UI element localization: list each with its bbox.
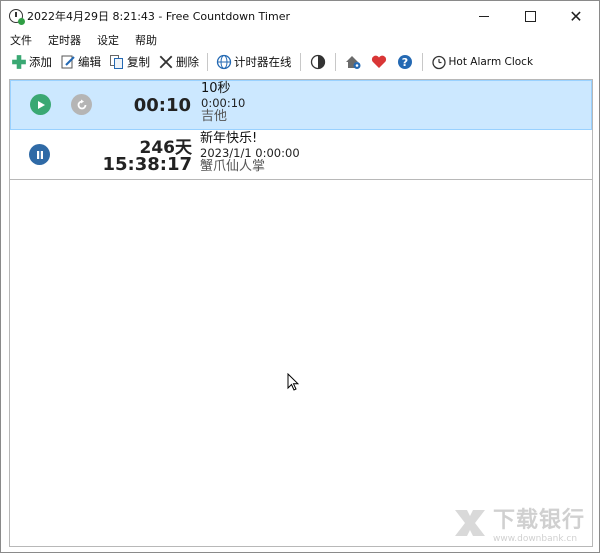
- globe-icon: [216, 54, 232, 70]
- timer-info: 10秒 0:00:10 吉他: [201, 82, 245, 124]
- timer-target: 0:00:10: [201, 96, 246, 110]
- timer-name: 10秒: [201, 81, 231, 96]
- toolbar-separator: [421, 53, 423, 71]
- window-title: 2022年4月29日 8:21:43 - Free Countdown Time…: [27, 10, 290, 23]
- menu-help[interactable]: 帮助: [126, 32, 164, 48]
- hot-alarm-clock-button[interactable]: Hot Alarm Clock: [431, 54, 534, 70]
- edit-icon: [61, 55, 75, 69]
- copy-icon: [110, 55, 123, 69]
- timer-row[interactable]: 246天 15:38:17 新年快乐! 2023/1/1 0:00:00 蟹爪仙…: [10, 130, 592, 180]
- toolbar-separator: [299, 53, 301, 71]
- help-question-icon: ?: [397, 55, 412, 69]
- copy-button[interactable]: 复制: [109, 54, 150, 70]
- toolbar: 添加 编辑 复制 删除 计时器在线 ? Hot Alarm Clock: [1, 50, 599, 74]
- play-icon: [37, 100, 45, 109]
- minimize-button[interactable]: [461, 1, 507, 31]
- remaining-time: 15:38:17: [102, 154, 192, 175]
- menu-settings[interactable]: 设定: [88, 32, 126, 48]
- timer-target: 2023/1/1 0:00:00: [200, 146, 300, 160]
- window-controls: ✕: [461, 1, 599, 31]
- home-page-button[interactable]: [344, 53, 362, 71]
- close-button[interactable]: ✕: [553, 1, 599, 31]
- watermark-title: 下载银行: [492, 508, 585, 533]
- remaining-time: 00:10: [133, 95, 191, 116]
- alarm-clock-icon: [431, 55, 446, 70]
- timer-row[interactable]: 00:10 10秒 0:00:10 吉他: [10, 80, 592, 130]
- app-clock-icon: [9, 9, 25, 25]
- reset-button[interactable]: [71, 94, 92, 115]
- maximize-button[interactable]: [507, 1, 553, 31]
- toolbar-separator: [334, 53, 336, 71]
- delete-label: 删除: [176, 55, 199, 69]
- title-bar: 2022年4月29日 8:21:43 - Free Countdown Time…: [1, 1, 599, 31]
- menu-file[interactable]: 文件: [1, 32, 39, 48]
- help-button[interactable]: ?: [396, 53, 414, 71]
- contrast-icon: [310, 54, 325, 70]
- watermark-logo-icon: [454, 510, 485, 536]
- timer-sound: 吉他: [201, 109, 228, 124]
- timer-list[interactable]: 00:10 10秒 0:00:10 吉他 246天 15:38:17 新年快乐!…: [9, 79, 593, 547]
- plus-icon: [12, 55, 26, 69]
- menu-bar: 文件 定时器 设定 帮助: [1, 31, 599, 49]
- heart-icon: [371, 55, 386, 68]
- svg-text:?: ?: [401, 56, 407, 69]
- pause-button[interactable]: [29, 144, 50, 165]
- add-button[interactable]: 添加: [11, 54, 52, 70]
- watermark-url: www.downbank.cn: [492, 534, 578, 544]
- timer-sound: 蟹爪仙人掌: [200, 159, 266, 174]
- edit-button[interactable]: 编辑: [60, 54, 101, 70]
- menu-timer[interactable]: 定时器: [39, 32, 88, 48]
- watermark: 下载银行 www.downbank.cn: [453, 502, 585, 544]
- copy-label: 复制: [127, 55, 150, 69]
- online-timer-button[interactable]: 计时器在线: [216, 54, 292, 70]
- donate-button[interactable]: [370, 53, 388, 71]
- home-gear-icon: [345, 56, 360, 69]
- hot-alarm-clock-label: Hot Alarm Clock: [448, 56, 534, 68]
- online-timer-label: 计时器在线: [234, 55, 292, 69]
- pause-icon: [36, 150, 43, 159]
- timer-name: 新年快乐!: [200, 131, 258, 146]
- edit-label: 编辑: [78, 55, 101, 69]
- mouse-cursor-icon: [287, 373, 299, 391]
- theme-contrast-button[interactable]: [309, 53, 327, 71]
- delete-x-icon: [159, 55, 173, 69]
- toolbar-separator: [207, 53, 208, 71]
- reset-icon: [77, 99, 86, 109]
- timer-info: 新年快乐! 2023/1/1 0:00:00 蟹爪仙人掌: [200, 132, 300, 174]
- add-label: 添加: [29, 55, 52, 69]
- app-window: 2022年4月29日 8:21:43 - Free Countdown Time…: [0, 0, 600, 553]
- play-button[interactable]: [30, 94, 51, 115]
- delete-button[interactable]: 删除: [158, 54, 199, 70]
